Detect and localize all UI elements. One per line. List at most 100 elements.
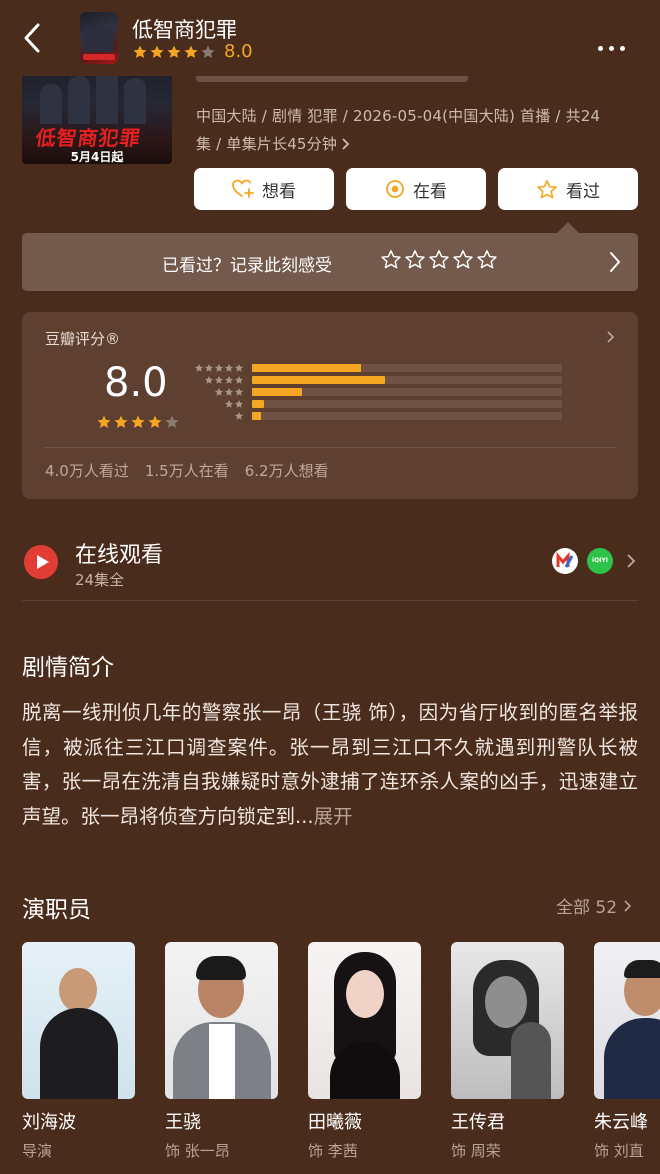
star-outline-icon[interactable] bbox=[476, 249, 498, 270]
watched-label: 看过 bbox=[566, 181, 600, 202]
chevron-right-icon bbox=[610, 252, 621, 272]
want-to-watch-label: 想看 bbox=[262, 181, 296, 202]
cast-member[interactable]: 刘海波 导演 bbox=[22, 942, 135, 1161]
star-icon bbox=[214, 376, 224, 384]
mini-poster bbox=[80, 12, 118, 64]
star-outline-icon[interactable] bbox=[380, 249, 402, 270]
distribution-row bbox=[190, 398, 562, 410]
cast-member[interactable]: 田曦薇 饰 李茜 bbox=[308, 942, 421, 1161]
rating-counts: 4.0万人看过 1.5万人在看 6.2万人想看 bbox=[45, 460, 329, 481]
distribution-stars bbox=[190, 375, 244, 385]
star-icon bbox=[224, 376, 234, 384]
distribution-row bbox=[190, 410, 562, 422]
distribution-row bbox=[190, 362, 562, 374]
distribution-bar bbox=[252, 388, 302, 396]
star-icon bbox=[234, 388, 244, 396]
meta-info[interactable]: 中国大陆 / 剧情 犯罪 / 2026-05-04(中国大陆) 首播 / 共24… bbox=[196, 102, 636, 158]
avatar bbox=[594, 942, 660, 1099]
divider bbox=[22, 600, 638, 601]
expand-link[interactable]: 展开 bbox=[314, 805, 353, 828]
mango-tv-icon[interactable] bbox=[552, 548, 578, 574]
star-icon bbox=[133, 45, 147, 58]
cast-title: 演职员 bbox=[22, 897, 91, 923]
rating-stars bbox=[96, 414, 180, 430]
distribution-bar bbox=[252, 412, 261, 420]
back-arrow-icon[interactable] bbox=[18, 20, 50, 56]
star-icon bbox=[204, 364, 214, 372]
cast-member[interactable]: 朱云峰 饰 刘直 bbox=[594, 942, 660, 1161]
star-icon bbox=[167, 45, 181, 58]
douban-rating-panel[interactable]: 豆瓣评分® 8.0 4.0万人看过 1.5万人在看 6.2万人想看 bbox=[22, 312, 638, 499]
want-to-watch-button[interactable]: 想看 bbox=[194, 168, 334, 210]
distribution-row bbox=[190, 386, 562, 398]
avatar bbox=[451, 942, 564, 1099]
distribution-track bbox=[252, 412, 562, 420]
action-buttons: 想看 在看 看过 bbox=[194, 168, 638, 210]
chevron-right-icon bbox=[624, 899, 632, 912]
watching-button[interactable]: 在看 bbox=[346, 168, 486, 210]
cast-name: 朱云峰 bbox=[594, 1112, 648, 1133]
star-outline-icon[interactable] bbox=[404, 249, 426, 270]
watching-label: 在看 bbox=[413, 181, 447, 202]
avatar bbox=[22, 942, 135, 1099]
more-options-icon[interactable] bbox=[598, 36, 631, 55]
star-icon bbox=[234, 400, 244, 408]
chevron-right-icon bbox=[627, 554, 636, 568]
cast-role: 饰 周荣 bbox=[451, 1142, 501, 1160]
star-icon bbox=[214, 364, 224, 372]
star-icon bbox=[131, 415, 145, 428]
rating-label: 豆瓣评分® bbox=[45, 330, 121, 348]
rating-distribution bbox=[190, 362, 562, 422]
meta-line-1: 中国大陆 / 剧情 犯罪 / 2026-05-04(中国大陆) 首播 / 共24 bbox=[196, 107, 601, 125]
rate-stars[interactable] bbox=[380, 249, 498, 270]
distribution-stars bbox=[190, 387, 244, 397]
rate-prompt-text: 已看过？记录此刻感受 bbox=[162, 256, 332, 276]
movie-detail-page: 低智商犯罪 5月4日起 中国大陆 / 剧情 犯罪 / 2026-05-04(中国… bbox=[0, 0, 660, 1174]
distribution-track bbox=[252, 376, 562, 384]
cast-role: 导演 bbox=[22, 1142, 53, 1160]
cast-member[interactable]: 王骁 饰 张一昂 bbox=[165, 942, 278, 1161]
distribution-stars bbox=[190, 399, 244, 409]
header-stars bbox=[132, 44, 216, 60]
cast-member[interactable]: 王传君 饰 周荣 bbox=[451, 942, 564, 1161]
star-outline-icon bbox=[537, 179, 557, 198]
distribution-stars bbox=[190, 363, 244, 373]
online-watch-title[interactable]: 在线观看 bbox=[75, 537, 163, 569]
cast-name: 刘海波 bbox=[22, 1112, 76, 1133]
avatar bbox=[165, 942, 278, 1099]
header-score: 8.0 bbox=[224, 41, 253, 62]
chevron-right-icon bbox=[607, 331, 615, 343]
watched-button[interactable]: 看过 bbox=[498, 168, 638, 210]
star-icon bbox=[201, 45, 215, 58]
star-icon bbox=[224, 400, 234, 408]
synopsis-text[interactable]: 脱离一线刑侦几年的警察张一昂（王骁 饰），因为省厅收到的匿名举报信，被派往三江口… bbox=[22, 696, 638, 834]
watching-count: 1.5万人在看 bbox=[144, 462, 229, 480]
star-outline-icon[interactable] bbox=[428, 249, 450, 270]
play-icon[interactable] bbox=[24, 545, 58, 579]
star-icon bbox=[97, 415, 111, 428]
star-icon bbox=[165, 415, 179, 428]
distribution-row bbox=[190, 374, 562, 386]
star-icon bbox=[224, 364, 234, 372]
distribution-bar bbox=[252, 376, 385, 384]
star-icon bbox=[114, 415, 128, 428]
online-watch-subtitle: 24集全 bbox=[75, 571, 125, 589]
star-icon bbox=[234, 364, 244, 372]
header-rating: 8.0 bbox=[132, 41, 253, 62]
rate-prompt[interactable]: 已看过？记录此刻感受 bbox=[22, 233, 638, 291]
meta-line-2: 集 / 单集片长45分钟 bbox=[196, 135, 338, 153]
cast-role: 饰 刘直 bbox=[594, 1142, 644, 1160]
target-icon bbox=[386, 180, 404, 198]
star-icon bbox=[234, 376, 244, 384]
star-icon bbox=[204, 376, 214, 384]
chevron-right-icon bbox=[342, 138, 350, 150]
iqiyi-icon[interactable]: iQIYI bbox=[587, 548, 613, 574]
star-icon bbox=[148, 415, 162, 428]
top-bar: 低智商犯罪 8.0 bbox=[0, 0, 660, 76]
distribution-track bbox=[252, 364, 562, 372]
avatar bbox=[308, 942, 421, 1099]
poster-title: 低智商犯罪 bbox=[34, 126, 143, 150]
cast-all-link[interactable]: 全部 52 bbox=[556, 893, 633, 918]
page-title: 低智商犯罪 bbox=[132, 18, 237, 42]
star-outline-icon[interactable] bbox=[452, 249, 474, 270]
